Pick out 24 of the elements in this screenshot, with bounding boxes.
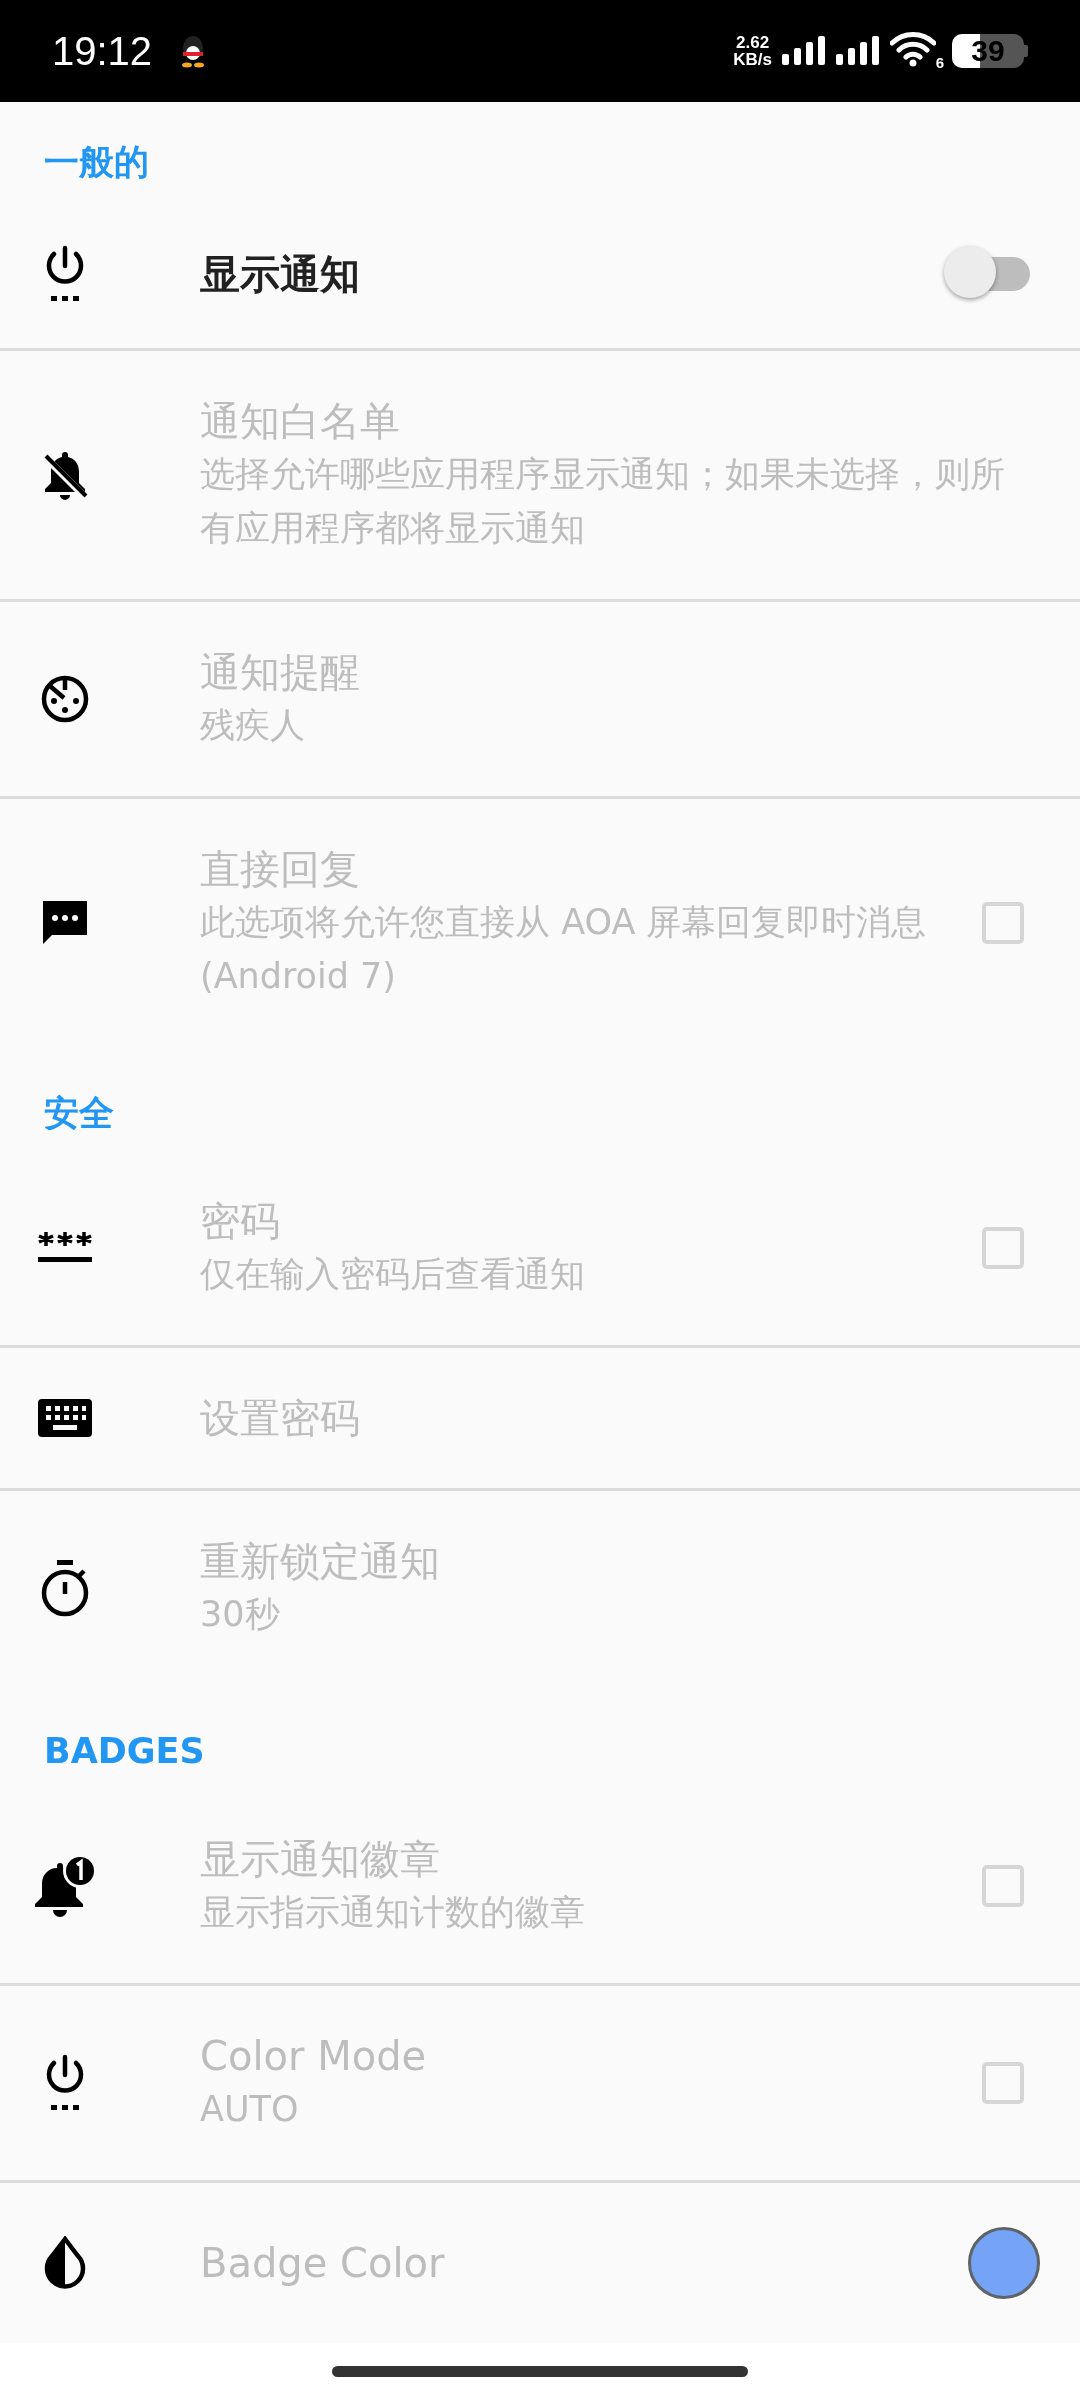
setting-summary: 此选项将允许您直接从 AOA 屏幕回复即时消息 (Android 7) bbox=[200, 901, 928, 998]
section-header: 安全 bbox=[44, 1093, 114, 1133]
setting-title: 通知提醒 bbox=[200, 648, 361, 697]
setting-title: 显示通知徽章 bbox=[200, 1835, 441, 1884]
section-header: BADGES bbox=[44, 1731, 205, 1771]
setting-title: 密码 bbox=[200, 1197, 281, 1246]
setting-summary: 选择允许哪些应用程序显示通知；如果未选择，则所有应用程序都将显示通知 bbox=[200, 453, 1006, 550]
setting-title: 通知白名单 bbox=[200, 397, 401, 446]
setting-title: 重新锁定通知 bbox=[200, 1537, 441, 1586]
network-speed: 2.62 bbox=[736, 34, 770, 51]
setting-summary: 仅在输入密码后查看通知 bbox=[200, 1253, 586, 1296]
network-speed-unit: KB/s bbox=[733, 51, 772, 68]
setting-title: 直接回复 bbox=[200, 845, 361, 894]
setting-summary: AUTO bbox=[200, 2088, 300, 2131]
setting-title: Badge Color bbox=[200, 2239, 446, 2288]
wifi-label: 6 bbox=[935, 54, 944, 71]
setting-summary: 显示指示通知计数的徽章 bbox=[200, 1891, 586, 1934]
setting-summary: 30秒 bbox=[200, 1593, 281, 1636]
clock-time: 19:12 bbox=[52, 28, 153, 74]
section-header: 一般的 bbox=[44, 142, 149, 182]
setting-title: Color Mode bbox=[200, 2032, 428, 2081]
setting-title: 设置密码 bbox=[200, 1394, 361, 1443]
setting-title: 显示通知 bbox=[200, 250, 361, 299]
setting-summary: 残疾人 bbox=[200, 704, 306, 747]
